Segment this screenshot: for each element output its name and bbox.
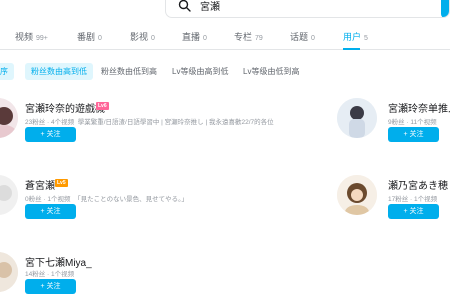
user-name[interactable]: 宮瀬玲奈单推人	[388, 100, 450, 115]
search-input[interactable]: 宮瀬	[165, 0, 450, 18]
search-icon	[178, 0, 191, 12]
tab-video[interactable]: 视频 99+	[15, 30, 48, 43]
tab-label: 话题	[290, 32, 309, 42]
tab-user[interactable]: 用户 5	[343, 30, 368, 43]
follow-button[interactable]: + 关注	[25, 279, 76, 294]
follow-button[interactable]: + 关注	[25, 127, 76, 142]
user-stats: 9粉丝 · 11个视频	[388, 119, 437, 126]
user-stats: 17粉丝 · 1个视频	[388, 196, 438, 203]
tab-label: 用户	[343, 32, 362, 42]
avatar[interactable]	[337, 98, 377, 138]
tab-count: 79	[255, 35, 263, 42]
avatar[interactable]	[0, 98, 18, 138]
tab-bangumi[interactable]: 番剧 0	[77, 30, 102, 43]
tab-label: 视频	[15, 32, 34, 42]
tab-count: 0	[98, 35, 102, 42]
tab-count: 0	[151, 35, 155, 42]
user-stats-text: 23粉丝 · 4个视频	[25, 119, 75, 126]
tab-label: 直播	[182, 32, 201, 42]
user-stats: 23粉丝 · 4个视频 學業繁重/日語渣/日語學習中 | 宮瀬玲奈推し | 我永…	[25, 116, 274, 126]
tab-bar: 视频 99+ 番剧 0 影视 0 直播 0 专栏 79 话题 0 用户 5	[0, 26, 450, 50]
level-badge: Lv5	[55, 179, 68, 187]
active-tab-indicator	[343, 48, 360, 50]
follow-button[interactable]: + 关注	[388, 127, 439, 142]
follow-button[interactable]: + 关注	[388, 204, 439, 219]
tab-label: 专栏	[234, 32, 253, 42]
sort-default[interactable]: 序	[0, 63, 14, 80]
sort-fans-asc[interactable]: 粉丝数由低到高	[101, 63, 157, 80]
user-stats-text: 0粉丝 · 1个视频	[25, 196, 71, 203]
tab-article[interactable]: 专栏 79	[234, 30, 263, 43]
tab-count: 0	[311, 35, 315, 42]
tab-topic[interactable]: 话题 0	[290, 30, 315, 43]
search-query: 宮瀬	[200, 1, 220, 13]
follow-button[interactable]: + 关注	[25, 204, 76, 219]
tab-count: 0	[203, 35, 207, 42]
user-name[interactable]: 宮下七瀬Miya_	[25, 254, 92, 269]
user-name[interactable]: 蒼宮瀬	[25, 177, 55, 192]
tab-live[interactable]: 直播 0	[182, 30, 207, 43]
user-stats: 0粉丝 · 1个视频 「見たことのない景色、見せてやる。」	[25, 193, 188, 203]
level-badge: Lv6	[96, 102, 109, 110]
avatar[interactable]	[337, 175, 377, 215]
tab-count: 99+	[36, 35, 48, 42]
sort-fans-desc[interactable]: 粉丝数由高到低	[25, 63, 93, 80]
tab-count: 5	[364, 35, 368, 42]
user-stats: 14粉丝 · 1个视频	[25, 271, 75, 278]
user-name[interactable]: 宮瀬玲奈的遊戲機	[25, 100, 105, 115]
user-bio: 「見たことのない景色、見せてやる。」	[74, 196, 188, 203]
avatar[interactable]	[0, 175, 18, 215]
sort-level-desc[interactable]: Lv等级由高到低	[172, 63, 228, 80]
tab-movie[interactable]: 影视 0	[130, 30, 155, 43]
avatar[interactable]	[0, 252, 18, 292]
user-name[interactable]: 瀬乃宮あき穂	[388, 177, 448, 192]
tab-label: 番剧	[77, 32, 96, 42]
search-button[interactable]	[441, 0, 449, 17]
sort-level-asc[interactable]: Lv等级由低到高	[243, 63, 299, 80]
tab-label: 影视	[130, 32, 149, 42]
user-bio: 學業繁重/日語渣/日語學習中 | 宮瀬玲奈推し | 我永遠喜歡22/7的各位	[77, 119, 274, 126]
